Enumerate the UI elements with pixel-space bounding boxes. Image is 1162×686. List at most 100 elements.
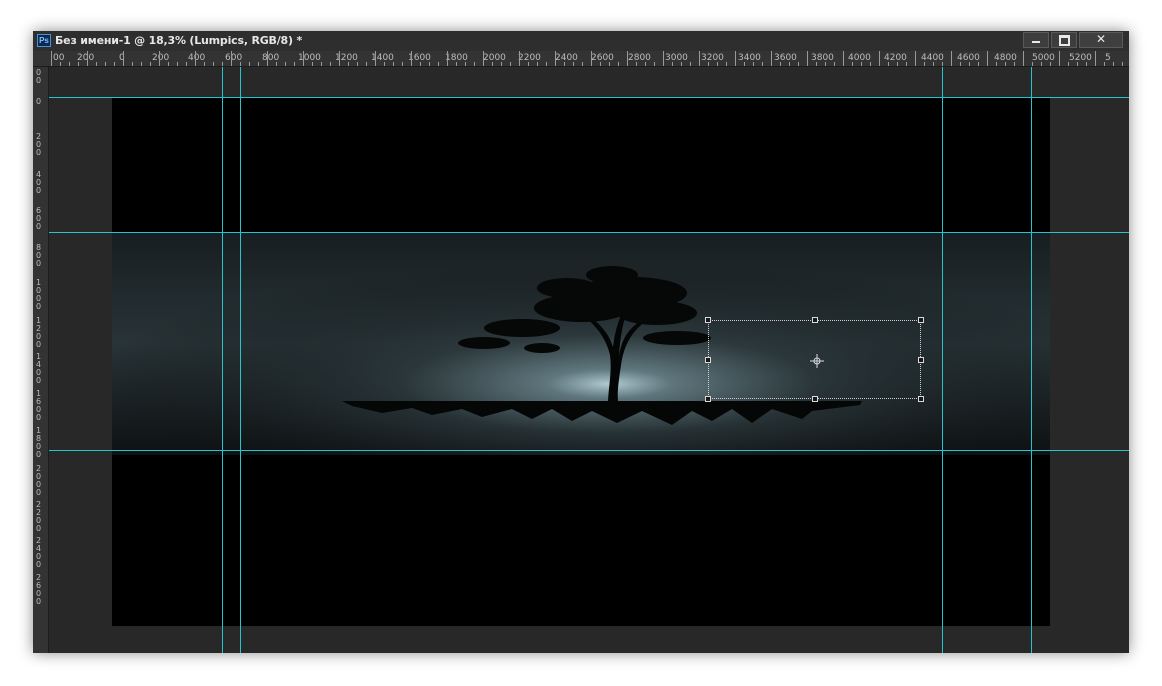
ruler-tick [429,62,430,66]
ruler-tick [654,62,655,66]
ruler-top-label: 3000 [665,53,688,63]
ruler-tick [1032,62,1033,66]
ruler-tick [555,51,556,66]
ruler-tick [717,62,718,66]
minimize-button[interactable] [1023,32,1049,48]
ruler-left-label: 00 [36,68,42,85]
vertical-guide[interactable] [222,67,223,653]
ruler-tick [789,62,790,66]
ruler-tick [978,62,979,66]
ruler-top-label: 3600 [774,53,797,63]
transform-handle-left[interactable] [705,357,711,363]
transform-handle-bottom-left[interactable] [705,396,711,402]
ruler-tick [357,62,358,66]
document-window: Ps Без имени-1 @ 18,3% (Lumpics, RGB/8) … [33,31,1129,653]
ruler-tick [258,62,259,66]
ruler-tick [519,51,520,66]
ruler-tick [573,62,574,66]
ruler-tick [366,62,367,66]
ruler-tick [267,51,268,66]
ruler-left-label: 1600 [36,389,42,422]
ruler-tick [474,62,475,66]
transform-handle-bottom[interactable] [812,396,818,402]
ruler-tick [420,62,421,66]
ruler-tick [1104,62,1105,66]
ruler-tick [141,62,142,66]
ruler-top-label: 2800 [628,53,651,63]
transform-handle-top-right[interactable] [918,317,924,323]
ruler-tick [1086,62,1087,66]
maximize-icon [1058,35,1070,46]
ruler-top-label: 3200 [701,53,724,63]
ruler-left-label: 2200 [36,500,42,533]
ruler-tick [933,62,934,66]
ruler-top-label: 3800 [811,53,834,63]
ruler-tick [771,51,772,66]
ruler-top-label: 2400 [555,53,578,63]
ruler-top-label: 400 [188,53,206,63]
ruler-tick [303,51,304,66]
maximize-button[interactable] [1051,32,1077,48]
ruler-tick [87,51,88,66]
ruler-tick [564,62,565,66]
ruler-left-label: 2600 [36,573,42,606]
horizontal-guide[interactable] [49,97,1129,98]
ruler-tick [969,62,970,66]
ruler-tick [123,51,124,66]
ruler-tick [312,62,313,66]
document-title-bar[interactable]: Ps Без имени-1 @ 18,3% (Lumpics, RGB/8) … [33,31,1129,51]
ruler-tick [402,62,403,66]
ruler-tick [915,51,916,66]
transform-handle-right[interactable] [918,357,924,363]
vertical-guide[interactable] [240,67,241,653]
ruler-top-label: 2000 [483,53,506,63]
horizontal-guide[interactable] [49,232,1129,233]
ruler-tick [753,62,754,66]
vertical-guide[interactable] [942,67,943,653]
ruler-tick [807,51,808,66]
ruler-tick [888,62,889,66]
ruler-tick [96,62,97,66]
ruler-tick [132,62,133,66]
ruler-tick [852,62,853,66]
canvas-workspace[interactable] [49,67,1129,653]
ruler-left-label: 800 [36,243,42,268]
ruler-tick [816,62,817,66]
ruler-left-label: 1800 [36,426,42,459]
vertical-guide[interactable] [1031,67,1032,653]
ruler-tick [897,62,898,66]
ruler-tick [645,62,646,66]
move-center-icon[interactable] [810,354,824,368]
ruler-tick [393,62,394,66]
ruler-tick [510,62,511,66]
transform-handle-top-left[interactable] [705,317,711,323]
ruler-tick [240,62,241,66]
ruler-tick [456,62,457,66]
close-button[interactable]: ✕ [1079,32,1123,48]
transform-handle-top[interactable] [812,317,818,323]
horizontal-ruler[interactable]: 00 200 0 200 400 600 800 1000 1200 1400 … [33,51,1129,67]
close-icon: ✕ [1095,32,1107,46]
ruler-left-label: 600 [36,206,42,231]
ruler-tick [501,62,502,66]
ruler-tick [69,62,70,66]
ruler-tick [879,51,880,66]
ruler-top-label: 00 [53,53,65,63]
ruler-top-label: 2600 [591,53,614,63]
vertical-ruler[interactable]: 00 0 200 400 600 800 1000 1200 1400 1600… [33,67,49,653]
ruler-tick [204,62,205,66]
horizontal-guide[interactable] [49,450,1129,451]
ruler-tick [411,51,412,66]
ruler-tick [636,62,637,66]
ruler-tick [285,62,286,66]
ruler-tick [708,62,709,66]
ruler-tick [843,51,844,66]
ruler-tick [159,51,160,66]
ruler-tick [663,51,664,66]
ruler-tick [951,51,952,66]
ruler-tick [627,51,628,66]
transform-handle-bottom-right[interactable] [918,396,924,402]
ruler-tick [186,62,187,66]
ruler-tick [780,62,781,66]
ruler-tick [798,62,799,66]
